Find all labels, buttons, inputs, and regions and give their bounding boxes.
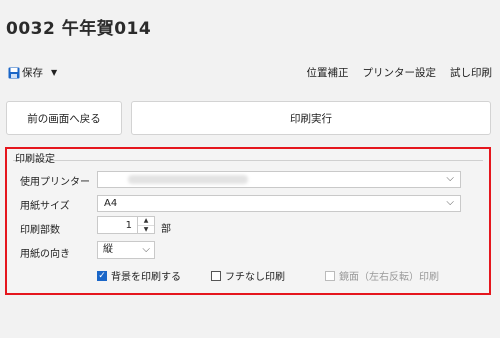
- position-adjust-button[interactable]: 位置補正: [307, 65, 349, 80]
- checkbox-icon: [325, 270, 335, 281]
- print-execute-button[interactable]: 印刷実行: [131, 101, 491, 135]
- orientation-select[interactable]: 縦 ⌵: [97, 241, 155, 259]
- printer-settings-button[interactable]: プリンター設定: [363, 65, 437, 80]
- print-background-label: 背景を印刷する: [111, 272, 181, 283]
- copies-label: 印刷部数: [20, 225, 60, 236]
- orientation-label: 用紙の向き: [20, 249, 70, 260]
- spin-buttons: ▲ ▼: [137, 217, 154, 233]
- panel-divider: [13, 160, 483, 161]
- copies-stepper[interactable]: 1 ▲ ▼: [97, 216, 155, 234]
- orientation-value: 縦: [103, 244, 113, 255]
- copies-unit: 部: [161, 224, 171, 235]
- chevron-down-icon: ⌵: [446, 197, 454, 208]
- panel-legend: 印刷設定: [15, 154, 55, 165]
- chevron-down-icon: ⌵: [142, 244, 150, 255]
- mirror-print-label: 鏡面（左右反転）印刷: [339, 272, 439, 283]
- checkmark-icon: ✓: [97, 270, 107, 281]
- paper-size-label: 用紙サイズ: [20, 201, 70, 212]
- save-button[interactable]: 保存 ▼: [8, 65, 57, 80]
- increment-icon[interactable]: ▲: [138, 217, 154, 226]
- copies-value: 1: [125, 220, 132, 231]
- toolbar: 保存 ▼ 位置補正 プリンター設定 試し印刷: [0, 64, 500, 84]
- paper-size-select[interactable]: A4 ⌵: [97, 195, 461, 212]
- printer-label: 使用プリンター: [20, 177, 90, 188]
- mirror-print-checkbox: 鏡面（左右反転）印刷: [325, 268, 439, 283]
- borderless-label: フチなし印刷: [225, 272, 285, 283]
- borderless-checkbox[interactable]: フチなし印刷: [211, 268, 285, 283]
- save-icon: [8, 67, 20, 79]
- page-title: 0032 午年賀014: [6, 19, 152, 39]
- dropdown-caret-icon[interactable]: ▼: [51, 68, 57, 77]
- redacted-printer-name: [128, 175, 248, 184]
- print-settings-panel: 印刷設定 使用プリンター ⌵ 用紙サイズ A4 ⌵ 印刷部数 1 ▲ ▼ 部 用…: [5, 147, 491, 295]
- test-print-button[interactable]: 試し印刷: [450, 65, 492, 80]
- decrement-icon[interactable]: ▼: [138, 226, 154, 234]
- checkbox-icon: [211, 270, 221, 281]
- print-background-checkbox[interactable]: ✓ 背景を印刷する: [97, 268, 181, 283]
- chevron-down-icon: ⌵: [446, 173, 454, 184]
- back-button[interactable]: 前の画面へ戻る: [6, 101, 122, 135]
- save-label: 保存: [22, 67, 43, 79]
- paper-size-value: A4: [104, 198, 118, 209]
- printer-select[interactable]: ⌵: [97, 171, 461, 188]
